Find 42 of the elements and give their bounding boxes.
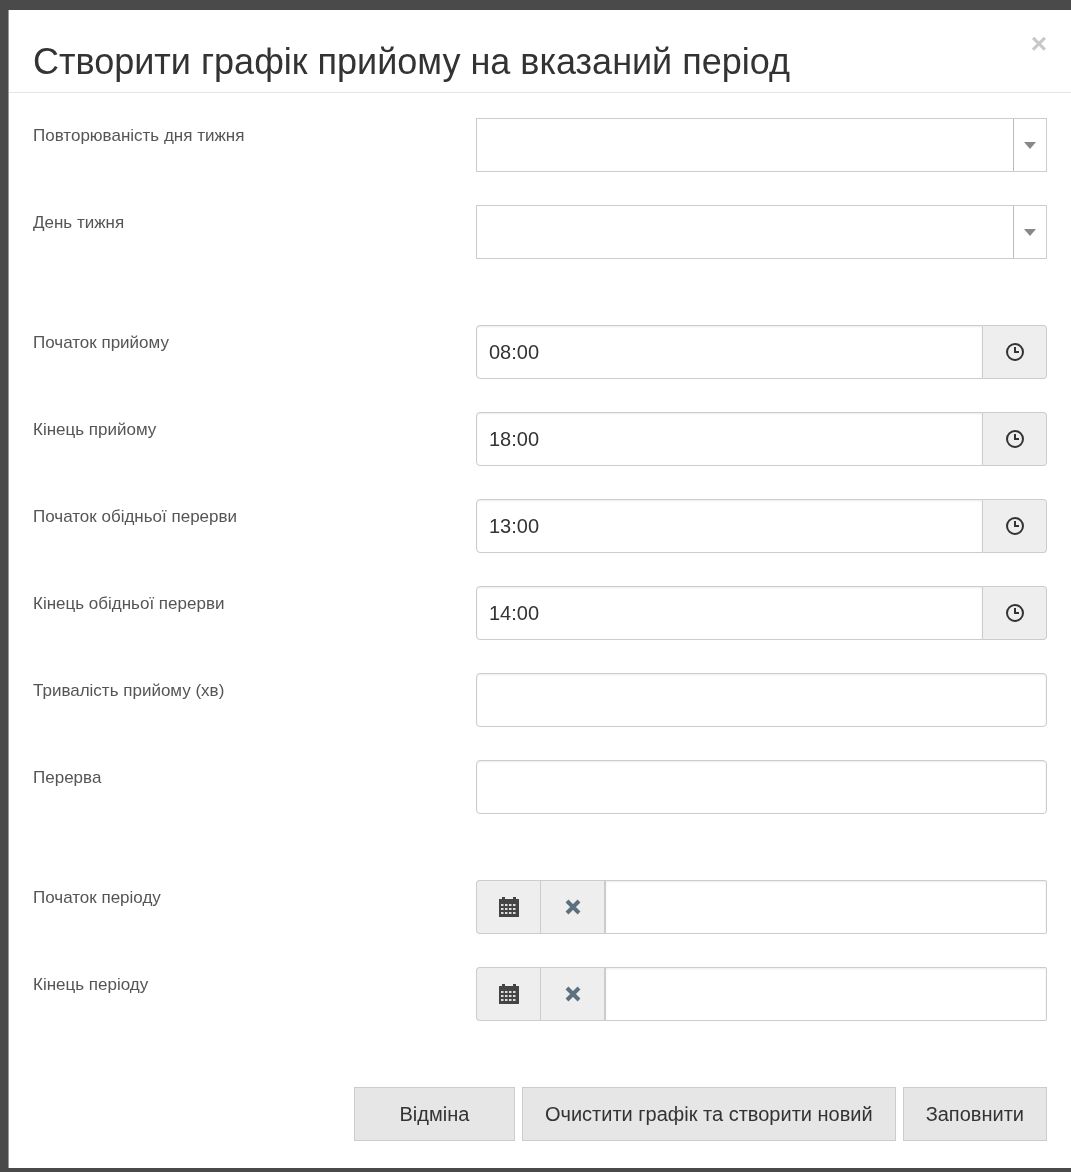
clear-button[interactable]	[540, 880, 604, 934]
field-label: Кінець періоду	[33, 974, 150, 996]
calendar-button[interactable]	[476, 967, 540, 1021]
clock-icon	[1004, 516, 1025, 536]
field-label: Кінець обідньої перерви	[33, 593, 226, 615]
calendar-icon	[497, 896, 520, 918]
clear-button[interactable]	[540, 967, 604, 1021]
clock-icon	[1004, 429, 1025, 449]
date-field[interactable]	[604, 880, 1047, 934]
fill-button[interactable]: Заповнити	[902, 1087, 1047, 1141]
field-label: Початок прийому	[33, 332, 170, 354]
field-label: Початок обідньої перерви	[33, 506, 239, 528]
clock-button[interactable]	[983, 412, 1047, 466]
calendar-icon	[497, 983, 520, 1005]
time-field[interactable]: 08:00	[476, 325, 983, 379]
field-label: Повторюваність дня тижня	[33, 125, 246, 147]
text-field[interactable]	[476, 760, 1047, 814]
field-label: Тривалість прийому (хв)	[33, 680, 226, 702]
clock-button[interactable]	[983, 325, 1047, 379]
field-label: День тижня	[33, 212, 126, 234]
clock-icon	[1004, 342, 1025, 362]
clear-icon	[563, 898, 582, 916]
time-field[interactable]: 14:00	[476, 586, 983, 640]
caret-icon	[1024, 228, 1036, 236]
time-field[interactable]: 18:00	[476, 412, 983, 466]
date-field[interactable]	[604, 967, 1047, 1021]
dialog-title: Створити графік прийому на вказаний період	[33, 40, 790, 84]
clear-icon	[563, 985, 582, 1003]
select-field[interactable]	[476, 118, 1047, 172]
time-field[interactable]: 13:00	[476, 499, 983, 553]
calendar-button[interactable]	[476, 880, 540, 934]
field-label: Кінець прийому	[33, 419, 158, 441]
cancel-button[interactable]: Відміна	[353, 1087, 515, 1141]
text-field[interactable]	[476, 673, 1047, 727]
clock-button[interactable]	[983, 499, 1047, 553]
clock-icon	[1004, 603, 1025, 623]
field-label: Перерва	[33, 767, 103, 789]
field-label: Початок періоду	[33, 887, 162, 909]
clock-button[interactable]	[983, 586, 1047, 640]
caret-icon	[1024, 141, 1036, 149]
select-field[interactable]	[476, 205, 1047, 259]
clear-schedule-button[interactable]: Очистити графік та створити новий	[521, 1087, 896, 1141]
